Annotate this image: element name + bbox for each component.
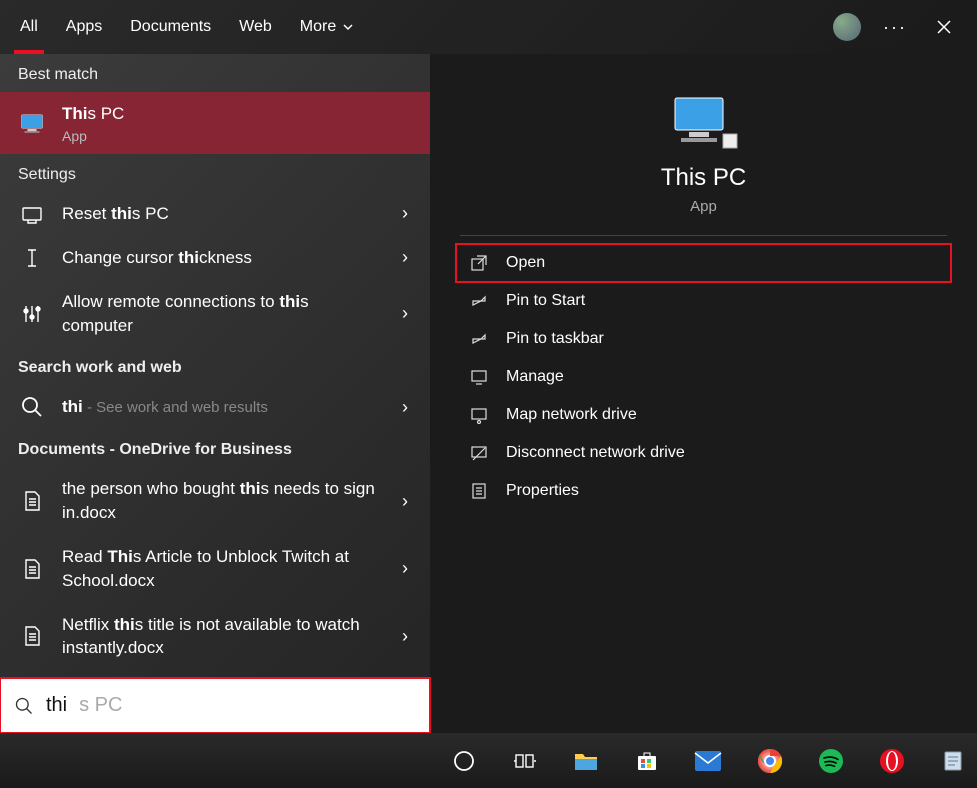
result-doc-2[interactable]: Read This Article to Unblock Twitch at S…	[0, 535, 430, 603]
chevron-right-icon: ›	[398, 203, 412, 224]
properties-icon	[468, 482, 490, 500]
close-button[interactable]	[929, 12, 959, 42]
action-pin-taskbar[interactable]: Pin to taskbar	[456, 320, 951, 358]
result-title: Change cursor thickness	[62, 246, 382, 270]
result-title: the person who bought this needs to sign…	[62, 477, 382, 525]
reset-icon	[18, 202, 46, 226]
chevron-right-icon: ›	[398, 491, 412, 512]
result-title: Allow remote connections to this compute…	[62, 290, 382, 338]
divider	[460, 235, 947, 236]
preview-pane: This PC App Open Pin to Start Pin to tas…	[430, 54, 977, 733]
search-tabs-bar: All Apps Documents Web More ···	[0, 0, 977, 54]
result-doc-1[interactable]: the person who bought this needs to sign…	[0, 467, 430, 535]
chevron-down-icon	[342, 21, 354, 33]
result-title: Reset this PC	[62, 202, 382, 226]
tab-web[interactable]: Web	[239, 2, 272, 52]
taskbar-cortana[interactable]	[440, 737, 487, 785]
taskbar-spotify[interactable]	[807, 737, 854, 785]
pin-icon	[468, 292, 490, 310]
action-map-drive[interactable]: Map network drive	[456, 396, 951, 434]
taskbar-microsoft-store[interactable]	[624, 737, 671, 785]
taskbar-chrome[interactable]	[746, 737, 793, 785]
document-icon	[18, 489, 46, 513]
search-results-column: Best match This PC App Settings Reset th…	[0, 54, 430, 733]
sliders-icon	[18, 302, 46, 326]
result-web-search[interactable]: thi - See work and web results ›	[0, 385, 430, 429]
action-disconnect-drive[interactable]: Disconnect network drive	[456, 434, 951, 472]
tab-more[interactable]: More	[300, 2, 354, 52]
open-icon	[468, 254, 490, 272]
taskbar-mail[interactable]	[685, 737, 732, 785]
result-subtitle: App	[62, 128, 412, 144]
network-drive-icon	[468, 406, 490, 424]
section-work-web: Search work and web	[0, 347, 430, 385]
pin-icon	[468, 330, 490, 348]
disconnect-drive-icon	[468, 444, 490, 462]
action-open[interactable]: Open	[456, 244, 951, 282]
this-pc-icon	[18, 111, 46, 135]
taskbar-file-explorer[interactable]	[562, 737, 609, 785]
result-cursor-thickness[interactable]: Change cursor thickness ›	[0, 236, 430, 280]
search-icon	[18, 395, 46, 419]
search-input[interactable]: thi s PC	[0, 678, 430, 733]
document-icon	[18, 624, 46, 648]
chevron-right-icon: ›	[398, 247, 412, 268]
result-reset-pc[interactable]: Reset this PC ›	[0, 192, 430, 236]
search-icon	[14, 696, 34, 716]
tab-apps[interactable]: Apps	[66, 2, 102, 52]
taskbar-notepad[interactable]	[930, 737, 977, 785]
search-typed-text: thi	[46, 694, 67, 717]
taskbar-opera[interactable]	[869, 737, 916, 785]
result-title: This PC	[62, 102, 412, 126]
section-documents-onedrive: Documents - OneDrive for Business	[0, 429, 430, 467]
result-title: Netflix this title is not available to w…	[62, 613, 382, 661]
action-pin-start[interactable]: Pin to Start	[456, 282, 951, 320]
windows-search-panel: All Apps Documents Web More ··· Best mat…	[0, 0, 977, 733]
search-autocomplete-ghost: s PC	[79, 694, 122, 717]
preview-subtitle: App	[690, 198, 717, 215]
tab-documents[interactable]: Documents	[130, 2, 211, 52]
result-doc-3[interactable]: Netflix this title is not available to w…	[0, 603, 430, 671]
result-this-pc[interactable]: This PC App	[0, 92, 430, 154]
section-best-match: Best match	[0, 54, 430, 92]
more-options-button[interactable]: ···	[883, 17, 907, 38]
taskbar	[0, 733, 977, 788]
result-title: Read This Article to Unblock Twitch at S…	[62, 545, 382, 593]
chevron-right-icon: ›	[398, 558, 412, 579]
user-avatar[interactable]	[833, 13, 861, 41]
manage-icon	[468, 368, 490, 386]
result-title: thi - See work and web results	[62, 395, 382, 419]
section-settings: Settings	[0, 154, 430, 192]
action-manage[interactable]: Manage	[456, 358, 951, 396]
close-icon	[937, 20, 951, 34]
preview-this-pc-icon	[669, 94, 739, 150]
preview-title: This PC	[661, 164, 746, 192]
cursor-icon	[18, 246, 46, 270]
chevron-right-icon: ›	[398, 397, 412, 418]
document-icon	[18, 557, 46, 581]
result-remote-connections[interactable]: Allow remote connections to this compute…	[0, 280, 430, 348]
chevron-right-icon: ›	[398, 303, 412, 324]
action-properties[interactable]: Properties	[456, 472, 951, 510]
taskbar-task-view[interactable]	[501, 737, 548, 785]
chevron-right-icon: ›	[398, 626, 412, 647]
tab-all[interactable]: All	[20, 2, 38, 52]
